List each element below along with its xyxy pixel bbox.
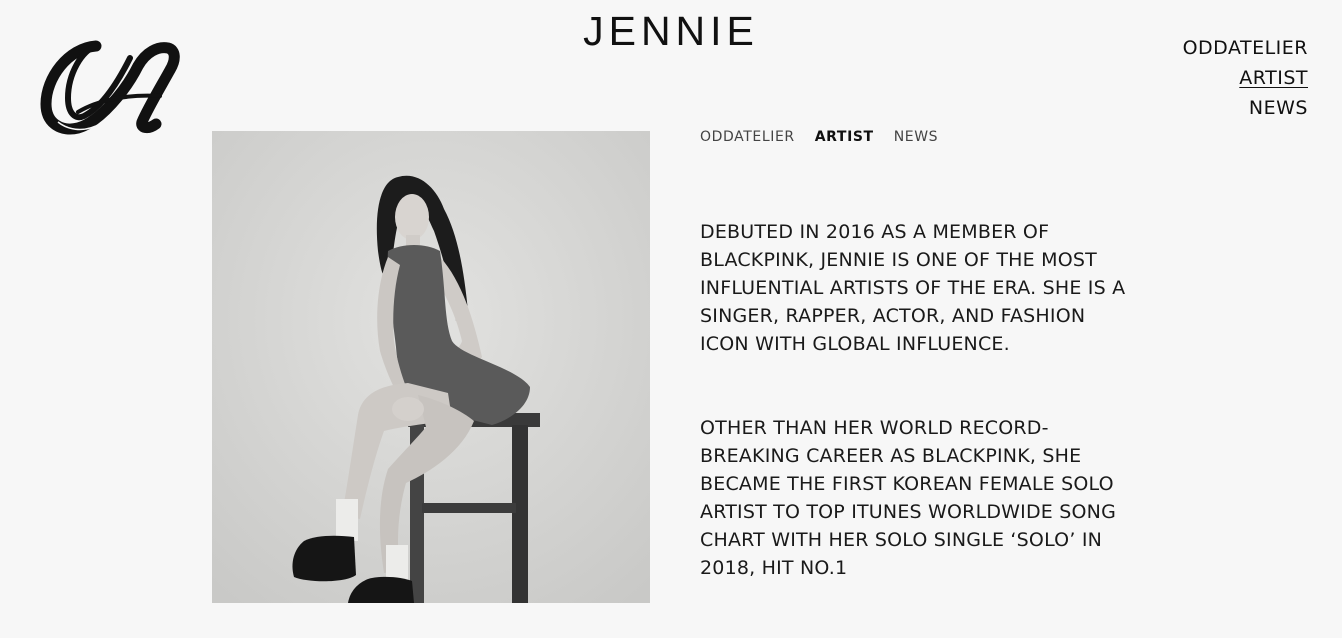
sub-nav: ODDATELIER ARTIST NEWS [700, 129, 938, 145]
bio-paragraph-1: DEBUTED IN 2016 AS A MEMBER OF BLACKPINK… [700, 221, 1126, 355]
page-title: JENNIE [583, 8, 759, 54]
nav-link-oddatelier[interactable]: ODDATELIER [1183, 33, 1308, 63]
sub-nav-link-oddatelier[interactable]: ODDATELIER [700, 129, 795, 145]
top-nav: ODDATELIER ARTIST NEWS [1183, 33, 1308, 123]
sub-nav-link-artist[interactable]: ARTIST [815, 129, 874, 145]
bio-paragraph-2: OTHER THAN HER WORLD RECORD-BREAKING CAR… [700, 417, 1117, 579]
artist-bio: DEBUTED IN 2016 AS A MEMBER OF BLACKPINK… [700, 218, 1140, 638]
nav-link-artist[interactable]: ARTIST [1183, 63, 1308, 93]
artist-photo [212, 131, 650, 603]
sub-nav-link-news[interactable]: NEWS [894, 129, 938, 145]
nav-link-news[interactable]: NEWS [1183, 93, 1308, 123]
